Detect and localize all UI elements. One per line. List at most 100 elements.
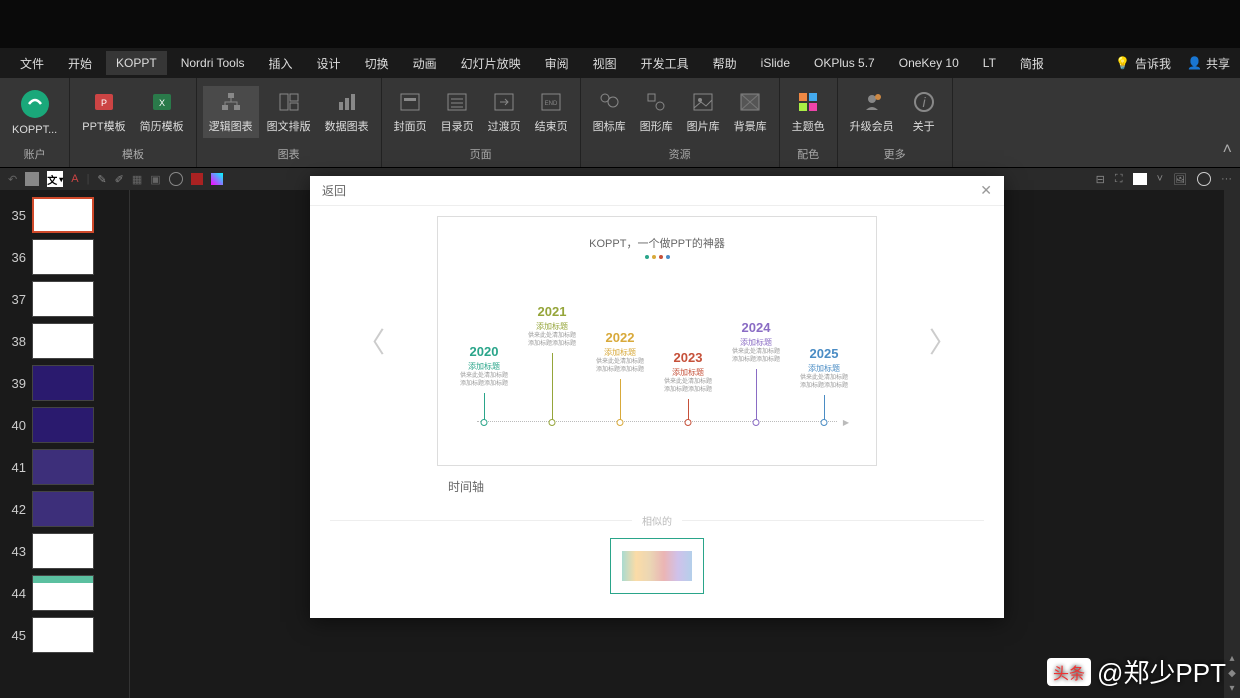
menu-file[interactable]: 文件 [10,50,54,77]
ribbon-transition-button[interactable]: 过渡页 [482,86,527,138]
ribbon-bg-lib-button[interactable]: 背景库 [728,86,773,138]
ribbon-btn-label: KOPPT... [12,124,57,136]
menu-view[interactable]: 视图 [583,50,627,77]
ribbon-btn-label: 数据图表 [325,118,369,134]
next-button[interactable]: 〉 [929,321,957,361]
timeline-item-2024: 2024添加标题供来此处清加标题添加标题添加标题 [727,320,785,422]
menu-design[interactable]: 设计 [307,50,351,77]
color-swatch-2[interactable] [211,173,223,185]
timeline-item-2023: 2023添加标题供来此处清加标题添加标题添加标题 [659,350,717,422]
align-icon[interactable]: ▦ [132,173,142,186]
ribbon-cover-button[interactable]: 封面页 [388,86,433,138]
collapse-ribbon[interactable]: ˄ [1215,78,1240,167]
menu-brief[interactable]: 简报 [1010,50,1054,77]
svg-text:P: P [101,98,107,108]
chevron-down-icon[interactable]: ˅ [1157,173,1163,185]
slide-thumb-42[interactable]: 42 [0,488,129,530]
image-icon[interactable]: 🖼 [1173,173,1187,186]
color-swatch-1[interactable] [191,173,203,185]
more-icon[interactable]: ··· [1221,173,1232,185]
menu-review[interactable]: 审阅 [535,50,579,77]
divider: | [87,173,90,185]
ribbon-shape-lib-button[interactable]: 图形库 [634,86,679,138]
slide-panel[interactable]: 3536 37 3839 40 4142434445 [0,190,130,698]
menu-nordri[interactable]: Nordri Tools [171,51,255,75]
close-button[interactable]: ✕ [980,182,992,199]
eyedropper-icon[interactable]: ✎ [97,173,106,186]
slide-thumb-38[interactable]: 38 [0,320,129,362]
menu-koppt[interactable]: KOPPT [106,51,167,75]
slide-number: 37 [6,292,26,307]
menu-home[interactable]: 开始 [58,50,102,77]
ribbon-layout-button[interactable]: 图文排版 [261,86,317,138]
slide-number: 40 [6,418,26,433]
slide-thumb-41[interactable]: 41 [0,446,129,488]
text-tool-icon[interactable]: 文 [47,171,63,187]
prev-button[interactable]: 〈 [357,321,385,361]
layer-icon[interactable]: ▣ [150,173,160,186]
transition-icon [492,90,516,114]
ribbon-upgrade-button[interactable]: 升级会员 [844,86,900,138]
template-preview-modal: 返回 ✕ 〈 〉 KOPPT，一个做PPT的神器 ▶ 2020添加标题供来此处清… [310,176,1004,618]
right-scrollbar[interactable]: ▴ ◆ ▾ [1224,190,1240,698]
ribbon-ending-button[interactable]: END结束页 [529,86,574,138]
menu-help[interactable]: 帮助 [703,50,747,77]
timeline-desc: 供来此处清加标题添加标题添加标题 [800,375,848,391]
ellipse-tool-icon[interactable] [1197,172,1211,186]
ppt-template-icon: P [92,90,116,114]
menu-onekey[interactable]: OneKey 10 [889,51,969,75]
menu-slideshow[interactable]: 幻灯片放映 [451,50,531,77]
timeline-dot [481,419,488,426]
modal-body: 〈 〉 KOPPT，一个做PPT的神器 ▶ 2020添加标题供来此处清加标题添加… [310,206,1004,618]
crop-icon[interactable]: ⛶ [1115,173,1123,186]
preview-label: 时间轴 [448,478,484,495]
menu-devtools[interactable]: 开发工具 [631,50,699,77]
menu-animations[interactable]: 动画 [403,50,447,77]
about-icon: i [912,90,936,114]
tell-me[interactable]: 💡 告诉我 [1115,55,1171,72]
similar-template[interactable] [610,538,704,594]
slide-thumb-36[interactable]: 36 [0,236,129,278]
ribbon-logo-button[interactable]: KOPPT... [6,84,63,140]
circle-tool-icon[interactable] [169,172,183,186]
toc-icon [445,90,469,114]
timeline-dot [617,419,624,426]
slide-thumb-37[interactable]: 37 [0,278,129,320]
modal-header: 返回 ✕ [310,176,1004,206]
slide-thumb-44[interactable]: 44 [0,572,129,614]
menu-islide[interactable]: iSlide [751,51,800,75]
scroll-down-icon[interactable]: ▾ [1229,683,1234,694]
rect-tool-icon[interactable] [1133,173,1147,185]
scroll-up-icon[interactable]: ▴ [1229,653,1234,664]
ribbon-image-lib-button[interactable]: 图片库 [681,86,726,138]
share-button[interactable]: 👤 共享 [1187,55,1230,72]
menu-insert[interactable]: 插入 [259,50,303,77]
timeline-item-2022: 2022添加标题供来此处清加标题添加标题添加标题 [591,330,649,422]
menu-okplus[interactable]: OKPlus 5.7 [804,51,885,75]
undo-icon[interactable]: ↶ [8,173,17,186]
slide-thumb-39[interactable]: 39 [0,362,129,404]
slide-thumb-40[interactable]: 40 [0,404,129,446]
ungroup-icon[interactable]: ⊟ [1096,173,1105,186]
textbox-style-icon[interactable] [25,172,39,186]
watermark-author: @郑少PPT [1097,653,1226,690]
back-button[interactable]: 返回 [322,182,346,199]
slide-thumb-45[interactable]: 45 [0,614,129,656]
ribbon-about-button[interactable]: i关于 [902,86,946,138]
brush-icon[interactable]: ✐ [115,173,124,186]
menu-transitions[interactable]: 切换 [355,50,399,77]
slide-thumb-43[interactable]: 43 [0,530,129,572]
ribbon-logic-chart-button[interactable]: 逻辑图表 [203,86,259,138]
ribbon-ppt-template-button[interactable]: PPPT模板 [76,86,131,138]
slide-thumb-35[interactable]: 35 [0,194,129,236]
menu-lt[interactable]: LT [973,51,1006,75]
ribbon-theme-color-button[interactable]: 主题色 [786,86,831,138]
ribbon-icon-lib-button[interactable]: 图标库 [587,86,632,138]
ribbon-toc-button[interactable]: 目录页 [435,86,480,138]
preview-title: KOPPT，一个做PPT的神器 [589,235,725,251]
slide-thumb-img [32,617,94,653]
font-color-icon[interactable]: A [71,173,78,185]
ribbon-resume-template-button[interactable]: X简历模板 [134,86,190,138]
scroll-thumb[interactable]: ◆ [1228,668,1236,679]
ribbon-data-chart-button[interactable]: 数据图表 [319,86,375,138]
